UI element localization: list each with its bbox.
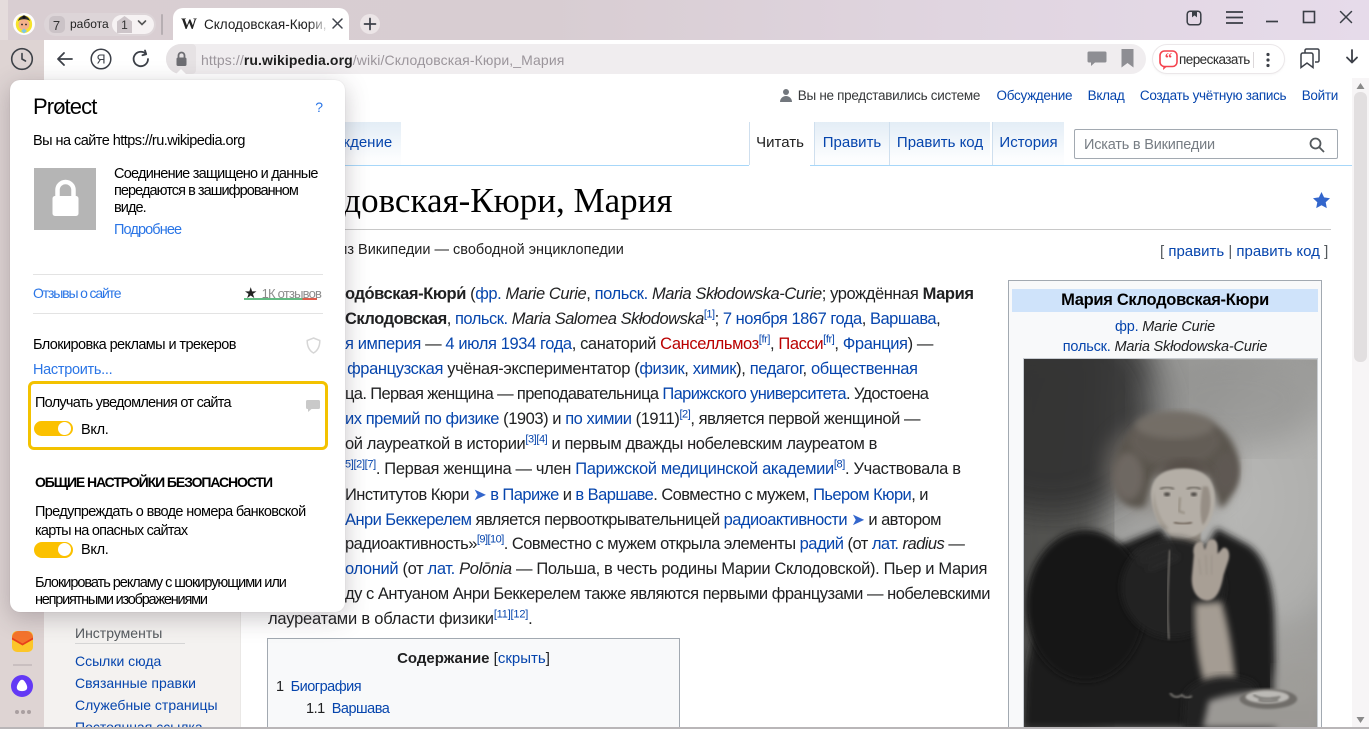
svg-text:“: “ bbox=[1165, 51, 1173, 67]
svg-text:Я: Я bbox=[96, 53, 105, 67]
